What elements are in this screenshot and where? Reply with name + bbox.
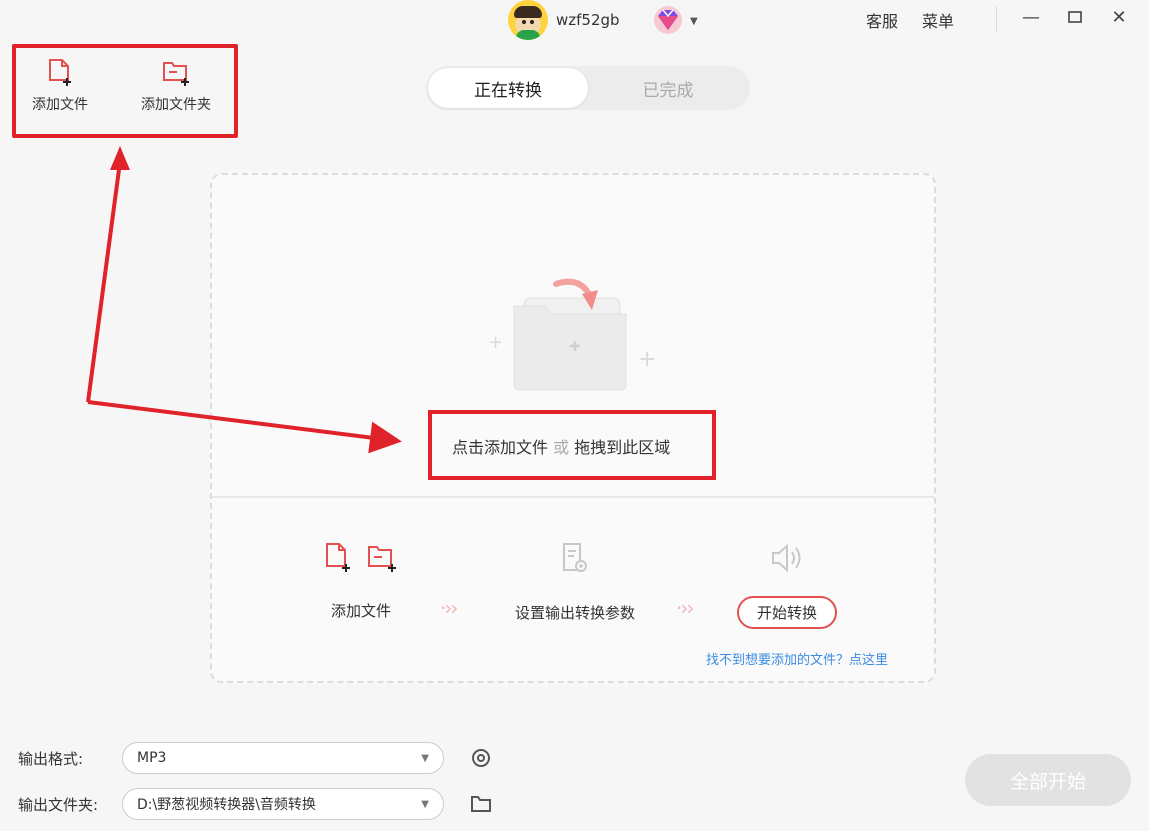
avatar[interactable] — [508, 0, 548, 40]
output-folder-value: D:\野葱视频转换器\音频转换 — [137, 797, 316, 813]
add-file-label: 添加文件 — [32, 97, 88, 113]
divider — [996, 6, 997, 32]
svg-text:+: + — [638, 347, 656, 372]
app-window: wzf52gb ▼ 客服 菜单 — ✕ 添加文件 添加文件夹 正在转换 已完成 … — [0, 0, 1149, 831]
tab-converting[interactable]: 正在转换 — [428, 68, 588, 108]
drop-prompt[interactable]: 点击添加文件 或 拖拽到此区域 — [452, 434, 670, 458]
add-file-button[interactable]: 添加文件 — [20, 58, 100, 114]
output-folder-row: 输出文件夹: D:\野葱视频转换器\音频转换 ▼ — [18, 788, 492, 820]
step2-label: 设置输出转换参数 — [514, 604, 635, 622]
user-profile[interactable]: wzf52gb — [508, 0, 620, 40]
menu-link[interactable]: 菜单 — [922, 8, 954, 32]
start-all-button[interactable]: 全部开始 — [965, 754, 1131, 806]
chevron-down-icon: ▼ — [421, 798, 429, 810]
folder-icon — [368, 546, 396, 572]
help-link[interactable]: 找不到想要添加的文件？点这里 — [706, 649, 888, 668]
svg-text:+: + — [488, 332, 503, 353]
drop-prompt-click: 点击添加文件 — [452, 438, 549, 457]
open-folder-icon[interactable] — [470, 793, 492, 815]
drop-divider — [212, 496, 934, 498]
add-folder-label: 添加文件夹 — [141, 97, 211, 113]
step-settings: 设置输出转换参数 — [500, 542, 650, 623]
chevron-down-icon[interactable]: ▼ — [690, 16, 698, 27]
minimize-icon[interactable]: — — [1018, 4, 1044, 30]
status-tabs: 正在转换 已完成 — [426, 66, 750, 110]
output-folder-label: 输出文件夹: — [18, 795, 99, 814]
maximize-icon[interactable] — [1062, 4, 1088, 30]
arrow-right-icon: ·›› — [676, 596, 694, 620]
step1-label: 添加文件 — [330, 602, 391, 620]
output-format-label: 输出格式: — [18, 749, 84, 768]
step-start: 开始转换 — [730, 542, 844, 629]
drop-prompt-or: 或 — [553, 438, 570, 457]
chevron-down-icon: ▼ — [421, 752, 429, 764]
add-folder-icon — [163, 62, 189, 86]
output-format-select[interactable]: MP3 ▼ — [122, 742, 444, 774]
start-convert-button[interactable]: 开始转换 — [736, 596, 837, 629]
customer-service-link[interactable]: 客服 — [866, 8, 898, 32]
username[interactable]: wzf52gb — [556, 11, 620, 29]
folder-drop-icon: + + — [488, 278, 656, 391]
vip-diamond-icon — [654, 6, 682, 34]
file-icon — [326, 543, 350, 572]
add-folder-button[interactable]: 添加文件夹 — [136, 58, 216, 114]
arrow-right-icon: ·›› — [440, 596, 458, 620]
settings-document-icon — [563, 543, 587, 572]
vip-badge[interactable]: ▼ — [650, 4, 698, 38]
format-settings-icon[interactable] — [470, 747, 492, 769]
output-format-row: 输出格式: MP3 ▼ — [18, 742, 492, 774]
output-folder-select[interactable]: D:\野葱视频转换器\音频转换 ▼ — [122, 788, 444, 820]
output-format-value: MP3 — [137, 750, 167, 766]
add-file-icon — [49, 59, 71, 86]
close-icon[interactable]: ✕ — [1106, 4, 1132, 30]
speaker-icon — [772, 543, 801, 573]
tab-completed[interactable]: 已完成 — [588, 68, 748, 108]
drop-prompt-drag: 拖拽到此区域 — [574, 438, 671, 457]
step-add-files: 添加文件 — [316, 542, 406, 621]
